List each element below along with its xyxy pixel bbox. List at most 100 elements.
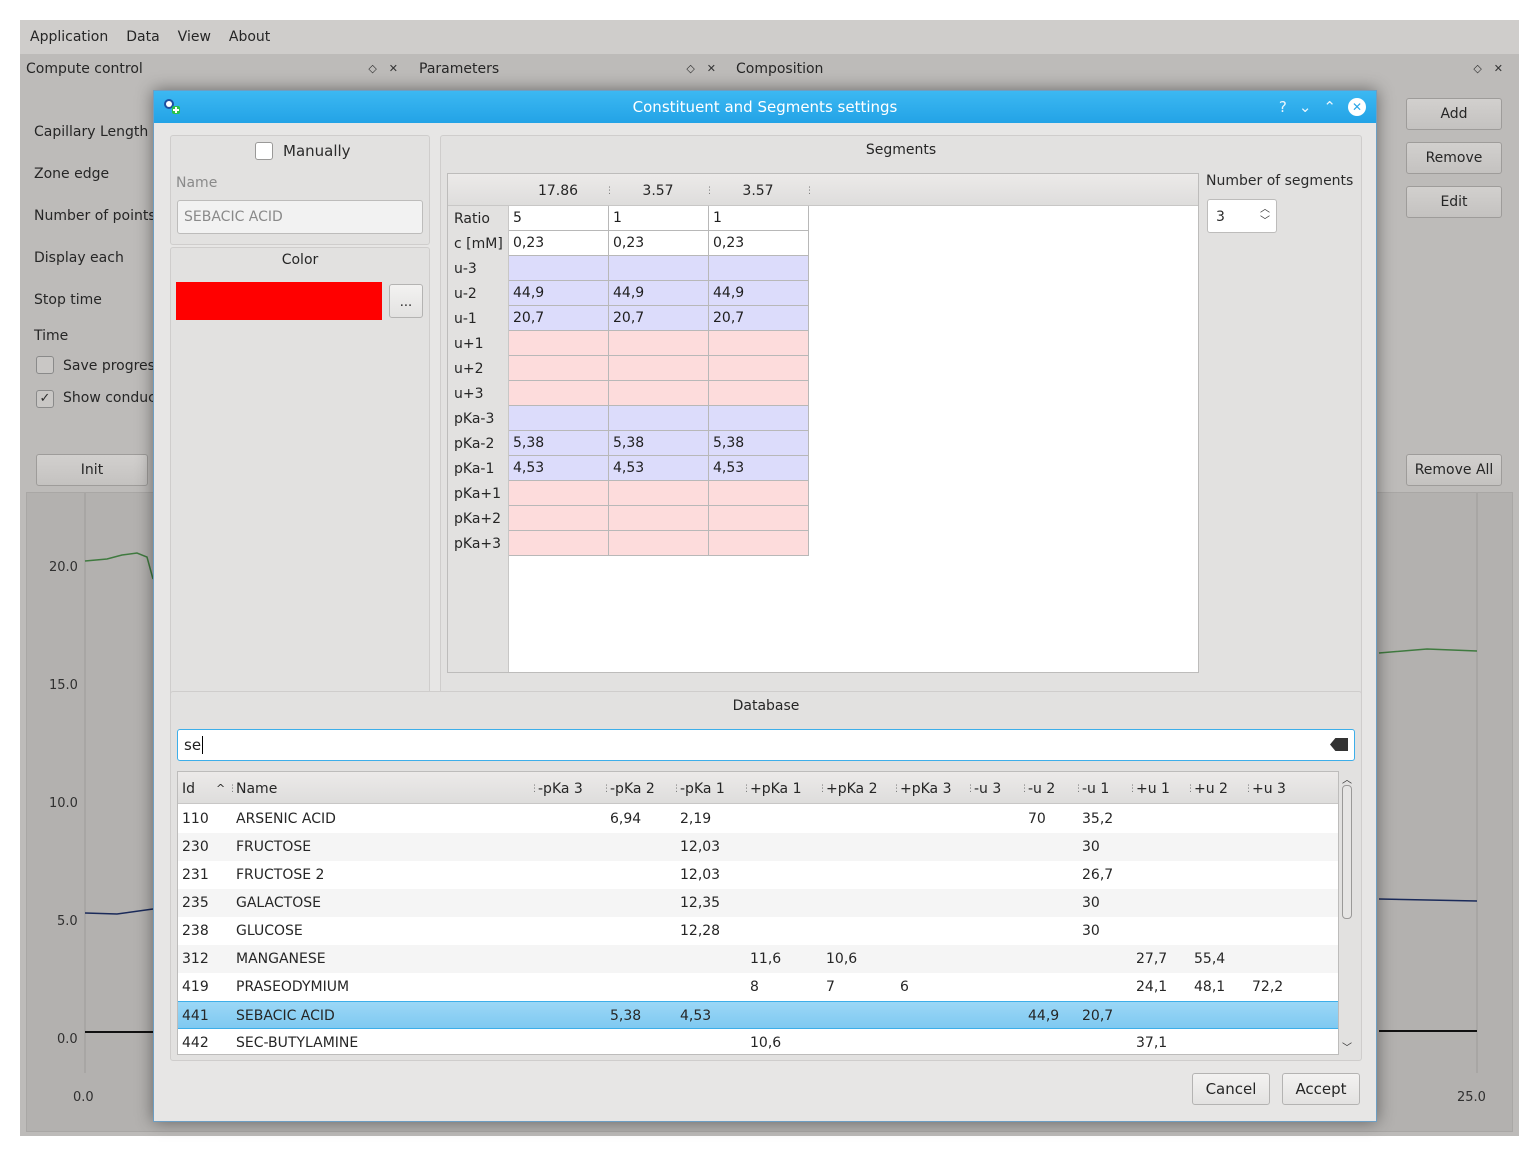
- remove-button[interactable]: Remove: [1406, 142, 1502, 174]
- segment-cell[interactable]: [709, 406, 809, 431]
- segments-spinbox[interactable]: 3 ︿ ﹀: [1207, 199, 1277, 233]
- close-icon[interactable]: ✕: [707, 62, 716, 75]
- segment-cell[interactable]: 4,53: [709, 456, 809, 481]
- column-grip[interactable]: ⋮: [530, 772, 539, 806]
- segment-cell[interactable]: 0,23: [509, 231, 609, 256]
- segment-cell[interactable]: 4,53: [509, 456, 609, 481]
- chevron-down-icon[interactable]: ﹀: [1260, 216, 1270, 228]
- column-header[interactable]: +pKa 3: [900, 772, 952, 806]
- table-row[interactable]: 235 GALACTOSE 12,35 30: [178, 889, 1338, 917]
- column-header[interactable]: Id: [182, 772, 195, 806]
- segment-cell[interactable]: [609, 481, 709, 506]
- accept-button[interactable]: Accept: [1282, 1073, 1360, 1105]
- help-icon[interactable]: ?: [1279, 91, 1287, 123]
- table-row[interactable]: 312 MANGANESE 11,6 10,6 27,7 55,4: [178, 945, 1338, 973]
- column-grip[interactable]: ⋮: [228, 772, 237, 806]
- segment-cell[interactable]: [709, 256, 809, 281]
- column-header[interactable]: +u 3: [1252, 772, 1286, 806]
- chevron-down-icon[interactable]: ﹀: [1342, 1039, 1352, 1054]
- menu-view[interactable]: View: [178, 29, 211, 45]
- close-icon[interactable]: ✕: [1348, 98, 1366, 116]
- segment-cell[interactable]: 5,38: [609, 431, 709, 456]
- segment-cell[interactable]: [709, 331, 809, 356]
- column-grip[interactable]: ⋮: [672, 772, 681, 806]
- column-header[interactable]: -u 2: [1028, 772, 1055, 806]
- segment-header[interactable]: 3.57: [708, 174, 808, 206]
- segment-cell[interactable]: [709, 381, 809, 406]
- segment-cell[interactable]: 44,9: [509, 281, 609, 306]
- segment-cell[interactable]: [609, 381, 709, 406]
- column-grip[interactable]: ⋮: [742, 772, 751, 806]
- table-row[interactable]: 230 FRUCTOSE 12,03 30: [178, 833, 1338, 861]
- column-grip[interactable]: ⋮: [892, 772, 901, 806]
- segment-cell[interactable]: 44,9: [609, 281, 709, 306]
- column-header[interactable]: +u 1: [1136, 772, 1170, 806]
- column-header[interactable]: -pKa 2: [610, 772, 655, 806]
- segment-cell[interactable]: 20,7: [509, 306, 609, 331]
- segment-cell[interactable]: 1: [709, 206, 809, 231]
- maximize-icon[interactable]: ⌃: [1323, 91, 1336, 123]
- database-scrollbar[interactable]: ︿ ﹀: [1339, 771, 1355, 1055]
- clear-icon[interactable]: [1330, 738, 1348, 751]
- segment-cell[interactable]: [609, 256, 709, 281]
- segment-cell[interactable]: [609, 506, 709, 531]
- segment-cell[interactable]: [509, 356, 609, 381]
- column-grip[interactable]: ⋮: [1128, 772, 1137, 806]
- column-header[interactable]: -pKa 1: [680, 772, 725, 806]
- segment-cell[interactable]: [609, 356, 709, 381]
- menu-application[interactable]: Application: [30, 29, 108, 45]
- segment-cell[interactable]: [509, 381, 609, 406]
- segment-cell[interactable]: [509, 256, 609, 281]
- segment-cell[interactable]: 20,7: [709, 306, 809, 331]
- color-picker-button[interactable]: ...: [389, 284, 423, 318]
- column-header[interactable]: +pKa 2: [826, 772, 878, 806]
- column-grip[interactable]: ⋮: [1244, 772, 1253, 806]
- column-grip[interactable]: ⋮: [805, 186, 814, 196]
- segment-cell[interactable]: 44,9: [709, 281, 809, 306]
- scrollbar-thumb[interactable]: [1342, 785, 1352, 919]
- segment-cell[interactable]: [509, 331, 609, 356]
- column-header[interactable]: +pKa 1: [750, 772, 802, 806]
- segment-cell[interactable]: [509, 406, 609, 431]
- table-row[interactable]: 238 GLUCOSE 12,28 30: [178, 917, 1338, 945]
- segment-cell[interactable]: [509, 531, 609, 556]
- dialog-titlebar[interactable]: Constituent and Segments settings ? ⌄ ⌃ …: [154, 91, 1376, 123]
- segment-cell[interactable]: [609, 406, 709, 431]
- column-grip[interactable]: ⋮: [1020, 772, 1029, 806]
- save-progress-checkbox[interactable]: [36, 356, 54, 374]
- chevron-up-icon[interactable]: ︿: [1342, 771, 1352, 786]
- segment-cell[interactable]: 5: [509, 206, 609, 231]
- column-grip[interactable]: ⋮: [1186, 772, 1195, 806]
- close-icon[interactable]: ✕: [389, 62, 398, 75]
- table-row[interactable]: 419 PRASEODYMIUM 8 7 6 24,1 48,1 72,2: [178, 973, 1338, 1001]
- cancel-button[interactable]: Cancel: [1192, 1073, 1270, 1105]
- table-row[interactable]: 442 SEC-BUTYLAMINE 10,6 37,1: [178, 1029, 1338, 1054]
- column-grip[interactable]: ⋮: [818, 772, 827, 806]
- show-conductivity-checkbox[interactable]: ✓: [36, 390, 54, 408]
- column-grip[interactable]: ⋮: [966, 772, 975, 806]
- column-grip[interactable]: ⋮: [1074, 772, 1083, 806]
- table-row[interactable]: 231 FRUCTOSE 2 12,03 26,7: [178, 861, 1338, 889]
- init-button[interactable]: Init: [36, 454, 148, 486]
- close-icon[interactable]: ✕: [1494, 62, 1503, 75]
- segment-cell[interactable]: 0,23: [709, 231, 809, 256]
- name-field[interactable]: SEBACIC ACID: [177, 200, 423, 234]
- column-header[interactable]: -pKa 3: [538, 772, 583, 806]
- segment-cell[interactable]: [509, 481, 609, 506]
- float-icon[interactable]: ◇: [368, 62, 376, 75]
- manually-checkbox[interactable]: [255, 142, 273, 160]
- column-header[interactable]: -u 1: [1082, 772, 1109, 806]
- float-icon[interactable]: ◇: [1473, 62, 1481, 75]
- menu-about[interactable]: About: [229, 29, 270, 45]
- table-row[interactable]: 110 ARSENIC ACID 6,94 2,19 70 35,2: [178, 805, 1338, 833]
- edit-button[interactable]: Edit: [1406, 186, 1502, 218]
- segment-cell[interactable]: [609, 531, 709, 556]
- segment-cell[interactable]: [509, 506, 609, 531]
- segment-header[interactable]: 17.86: [508, 174, 608, 206]
- segment-cell[interactable]: 5,38: [509, 431, 609, 456]
- segment-cell[interactable]: 1: [609, 206, 709, 231]
- segment-cell[interactable]: [609, 331, 709, 356]
- segment-cell[interactable]: [709, 506, 809, 531]
- column-header[interactable]: +u 2: [1194, 772, 1228, 806]
- segment-cell[interactable]: [709, 356, 809, 381]
